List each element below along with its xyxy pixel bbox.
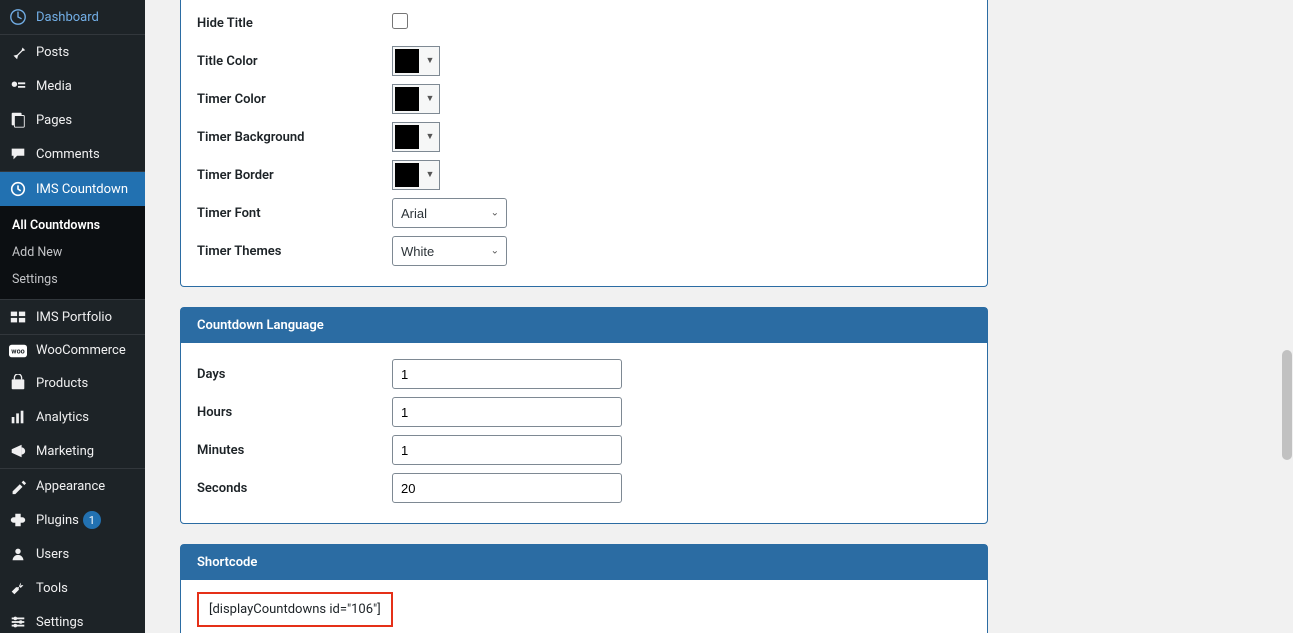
- comments-icon: [8, 145, 28, 163]
- minutes-input[interactable]: [392, 435, 622, 465]
- sidebar-item-posts[interactable]: Posts: [0, 34, 145, 69]
- woo-icon: woo: [8, 344, 28, 358]
- days-input[interactable]: [392, 359, 622, 389]
- sidebar-item-settings[interactable]: Settings: [0, 605, 145, 633]
- sidebar-item-label: Settings: [36, 615, 83, 630]
- timer-themes-select[interactable]: White: [392, 236, 507, 266]
- plugins-icon: [8, 511, 28, 529]
- sidebar-submenu: All Countdowns Add New Settings: [0, 206, 145, 299]
- sidebar-item-products[interactable]: Products: [0, 366, 145, 400]
- submenu-add-new[interactable]: Add New: [0, 239, 145, 266]
- tools-icon: [8, 579, 28, 597]
- timer-border-picker[interactable]: ▼: [392, 160, 440, 190]
- style-panel: Hide Title Title Color ▼ Timer Color: [180, 0, 988, 287]
- marketing-icon: [8, 442, 28, 460]
- pages-icon: [8, 111, 28, 129]
- sidebar-item-label: IMS Portfolio: [36, 310, 112, 325]
- sidebar-item-comments[interactable]: Comments: [0, 137, 145, 171]
- timer-color-label: Timer Color: [197, 92, 392, 107]
- color-swatch: [395, 125, 419, 149]
- portfolio-icon: [8, 308, 28, 326]
- sidebar-item-label: Appearance: [36, 479, 105, 494]
- sidebar-item-appearance[interactable]: Appearance: [0, 468, 145, 503]
- sidebar-item-label: IMS Countdown: [36, 182, 128, 197]
- submenu-settings[interactable]: Settings: [0, 266, 145, 293]
- media-icon: [8, 77, 28, 95]
- update-badge: 1: [83, 511, 101, 529]
- sidebar-item-label: Users: [36, 547, 69, 562]
- sidebar-item-label: Products: [36, 376, 88, 391]
- chevron-down-icon: ▼: [423, 55, 437, 66]
- sidebar-item-label: Posts: [36, 45, 69, 60]
- sidebar-item-users[interactable]: Users: [0, 537, 145, 571]
- chevron-down-icon: ▼: [423, 169, 437, 180]
- chevron-down-icon: ▼: [423, 131, 437, 142]
- hide-title-checkbox[interactable]: [392, 13, 408, 29]
- timer-color-picker[interactable]: ▼: [392, 84, 440, 114]
- sidebar-item-media[interactable]: Media: [0, 69, 145, 103]
- svg-text:woo: woo: [11, 346, 24, 355]
- submenu-all-countdowns[interactable]: All Countdowns: [0, 212, 145, 239]
- shortcode-panel-title: Shortcode: [181, 545, 987, 580]
- hours-input[interactable]: [392, 397, 622, 427]
- products-icon: [8, 374, 28, 392]
- analytics-icon: [8, 408, 28, 426]
- timer-font-label: Timer Font: [197, 206, 392, 221]
- shortcode-value[interactable]: [displayCountdowns id="106"]: [197, 592, 393, 627]
- sidebar-item-pages[interactable]: Pages: [0, 103, 145, 137]
- sidebar-item-label: Plugins: [36, 513, 79, 528]
- sidebar-item-label: Media: [36, 79, 72, 94]
- hide-title-label: Hide Title: [197, 16, 392, 31]
- sidebar-item-label: Dashboard: [36, 10, 99, 25]
- language-panel-title: Countdown Language: [181, 308, 987, 343]
- language-panel: Countdown Language Days Hours Minutes Se…: [180, 307, 988, 524]
- sidebar-item-label: Analytics: [36, 410, 89, 425]
- timer-font-select[interactable]: Arial: [392, 198, 507, 228]
- settings-icon: [8, 613, 28, 631]
- sidebar-item-tools[interactable]: Tools: [0, 571, 145, 605]
- clock-icon: [8, 180, 28, 198]
- shortcode-panel: Shortcode [displayCountdowns id="106"]: [180, 544, 988, 633]
- admin-sidebar: Dashboard Posts Media Pages Comments IMS…: [0, 0, 145, 633]
- sidebar-item-plugins[interactable]: Plugins 1: [0, 503, 145, 537]
- sidebar-item-label: Comments: [36, 147, 100, 162]
- sidebar-item-woocommerce[interactable]: woo WooCommerce: [0, 334, 145, 366]
- days-label: Days: [197, 367, 392, 382]
- scrollbar-thumb[interactable]: [1282, 350, 1292, 460]
- title-color-picker[interactable]: ▼: [392, 46, 440, 76]
- users-icon: [8, 545, 28, 563]
- appearance-icon: [8, 477, 28, 495]
- sidebar-item-ims-countdown[interactable]: IMS Countdown: [0, 171, 145, 206]
- hours-label: Hours: [197, 405, 392, 420]
- chevron-down-icon: ▼: [423, 93, 437, 104]
- timer-border-label: Timer Border: [197, 168, 392, 183]
- sidebar-item-label: Marketing: [36, 444, 94, 459]
- timer-background-picker[interactable]: ▼: [392, 122, 440, 152]
- pin-icon: [8, 43, 28, 61]
- sidebar-item-marketing[interactable]: Marketing: [0, 434, 145, 468]
- scrollbar[interactable]: [1279, 0, 1293, 633]
- title-color-label: Title Color: [197, 54, 392, 69]
- seconds-label: Seconds: [197, 481, 392, 496]
- color-swatch: [395, 163, 419, 187]
- dashboard-icon: [8, 8, 28, 26]
- seconds-input[interactable]: [392, 473, 622, 503]
- timer-background-label: Timer Background: [197, 130, 392, 145]
- sidebar-item-analytics[interactable]: Analytics: [0, 400, 145, 434]
- sidebar-item-label: Pages: [36, 113, 72, 128]
- color-swatch: [395, 49, 419, 73]
- color-swatch: [395, 87, 419, 111]
- sidebar-item-label: WooCommerce: [36, 343, 126, 358]
- main-content: Hide Title Title Color ▼ Timer Color: [145, 0, 1293, 633]
- timer-themes-label: Timer Themes: [197, 244, 392, 259]
- sidebar-item-ims-portfolio[interactable]: IMS Portfolio: [0, 299, 145, 334]
- sidebar-item-dashboard[interactable]: Dashboard: [0, 0, 145, 34]
- sidebar-item-label: Tools: [36, 581, 68, 596]
- minutes-label: Minutes: [197, 443, 392, 458]
